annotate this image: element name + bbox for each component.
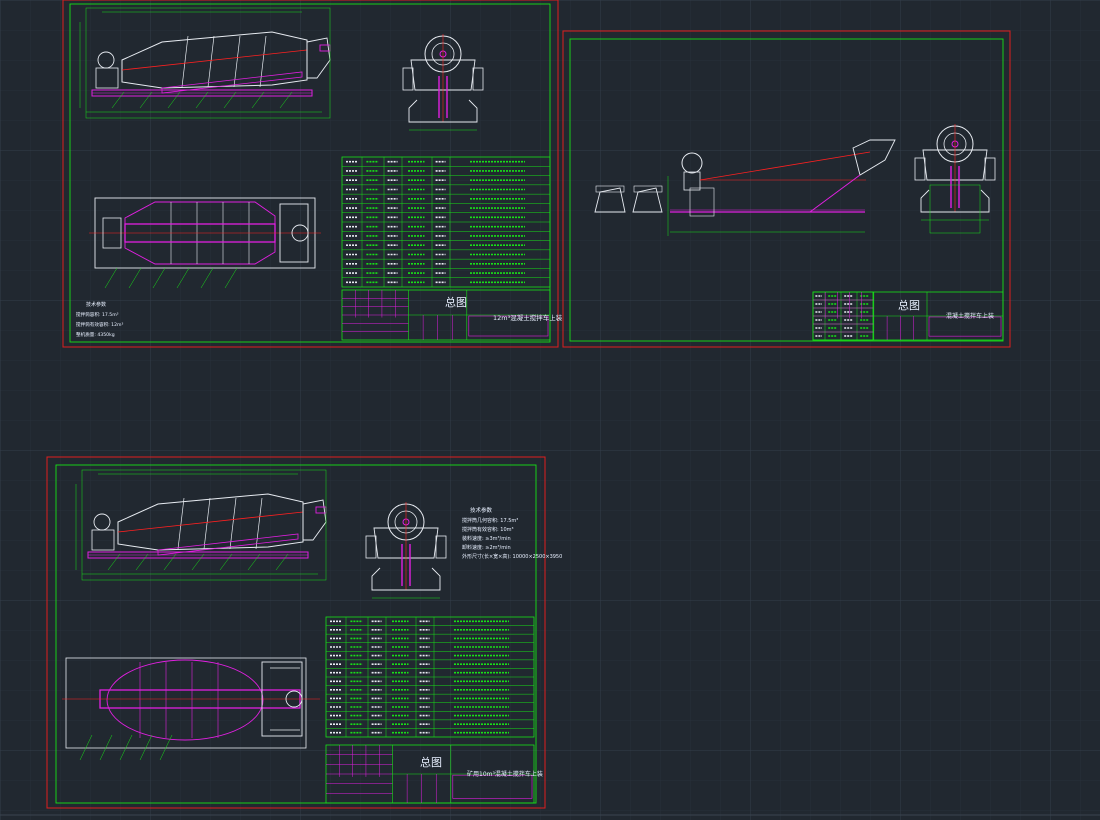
spec-line: 搅拌筒几何容积: 17.5m³ — [462, 517, 518, 524]
spec-line: 搅拌筒有效容积: 10m³ — [462, 526, 514, 533]
sheet-1-title-main: 总图 — [445, 295, 467, 309]
spec-line: 外形尺寸(长×宽×高): 10000×2500×3950 — [462, 553, 562, 560]
sheet-3-title-main: 总图 — [420, 755, 442, 769]
sheet-2-title-sub: 混凝土搅拌车上装 — [946, 312, 994, 320]
sheet-3-title-sub: 矿用10m³混凝土搅拌车上装 — [467, 770, 543, 778]
spec-line: 装料速度: ≥3m³/min — [462, 535, 511, 542]
sheet-1-title-sub: 12m³混凝土搅拌车上装 — [493, 313, 563, 322]
cad-model-space[interactable]: 总图 12m³混凝土搅拌车上装 总图 混凝土搅拌车上装 总图 矿用10m³混凝土… — [0, 0, 1100, 820]
spec-heading: 技术参数 — [86, 301, 106, 308]
spec-line: 整机质量: 4350kg — [76, 331, 115, 338]
spec-line: 卸料速度: ≥2m³/min — [462, 544, 511, 551]
spec-heading: 技术参数 — [470, 506, 493, 514]
spec-line: 搅拌筒有效容积: 12m³ — [76, 321, 123, 328]
spec-line: 搅拌筒容积: 17.5m³ — [76, 311, 119, 318]
sheet-2-title-main: 总图 — [898, 298, 920, 312]
